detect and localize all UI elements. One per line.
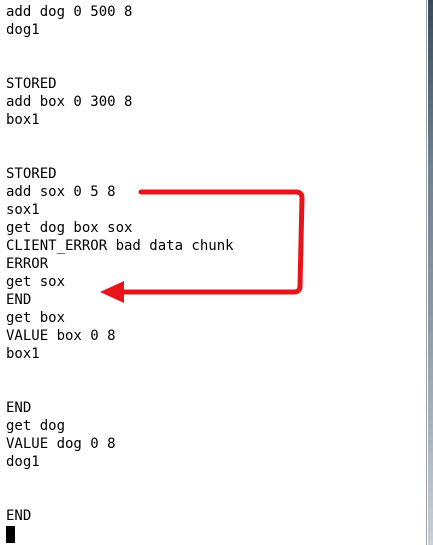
terminal-line: add box 0 300 8	[6, 94, 133, 110]
terminal-line: dog1	[6, 454, 40, 470]
terminal-line: get sox	[6, 274, 66, 290]
terminal-line: VALUE box 0 8	[6, 328, 116, 344]
terminal-line: END	[6, 508, 32, 524]
terminal-line: dog1	[6, 22, 40, 38]
terminal-line: add sox 0 5 8	[6, 184, 116, 200]
terminal-line: CLIENT_ERROR bad data chunk	[6, 238, 234, 254]
terminal-line: get dog box sox	[6, 220, 133, 236]
terminal-line: box1	[6, 112, 40, 128]
desktop-background-edge	[428, 0, 433, 545]
terminal-line: STORED	[6, 76, 57, 92]
terminal-line: STORED	[6, 166, 57, 182]
terminal-line: sox1	[6, 202, 40, 218]
terminal-line: get dog	[6, 418, 66, 434]
terminal-line: box1	[6, 346, 40, 362]
terminal-line: END	[6, 400, 32, 416]
terminal-line: ERROR	[6, 256, 49, 272]
terminal-line: VALUE dog 0 8	[6, 436, 116, 452]
terminal-line: get box	[6, 310, 66, 326]
terminal-window[interactable]: add dog 0 500 8 dog1 STORED add box 0 30…	[0, 0, 427, 545]
terminal-line: add dog 0 500 8	[6, 4, 133, 20]
terminal-output: add dog 0 500 8 dog1 STORED add box 0 30…	[6, 3, 234, 525]
terminal-line: END	[6, 292, 32, 308]
terminal-cursor	[6, 526, 15, 543]
